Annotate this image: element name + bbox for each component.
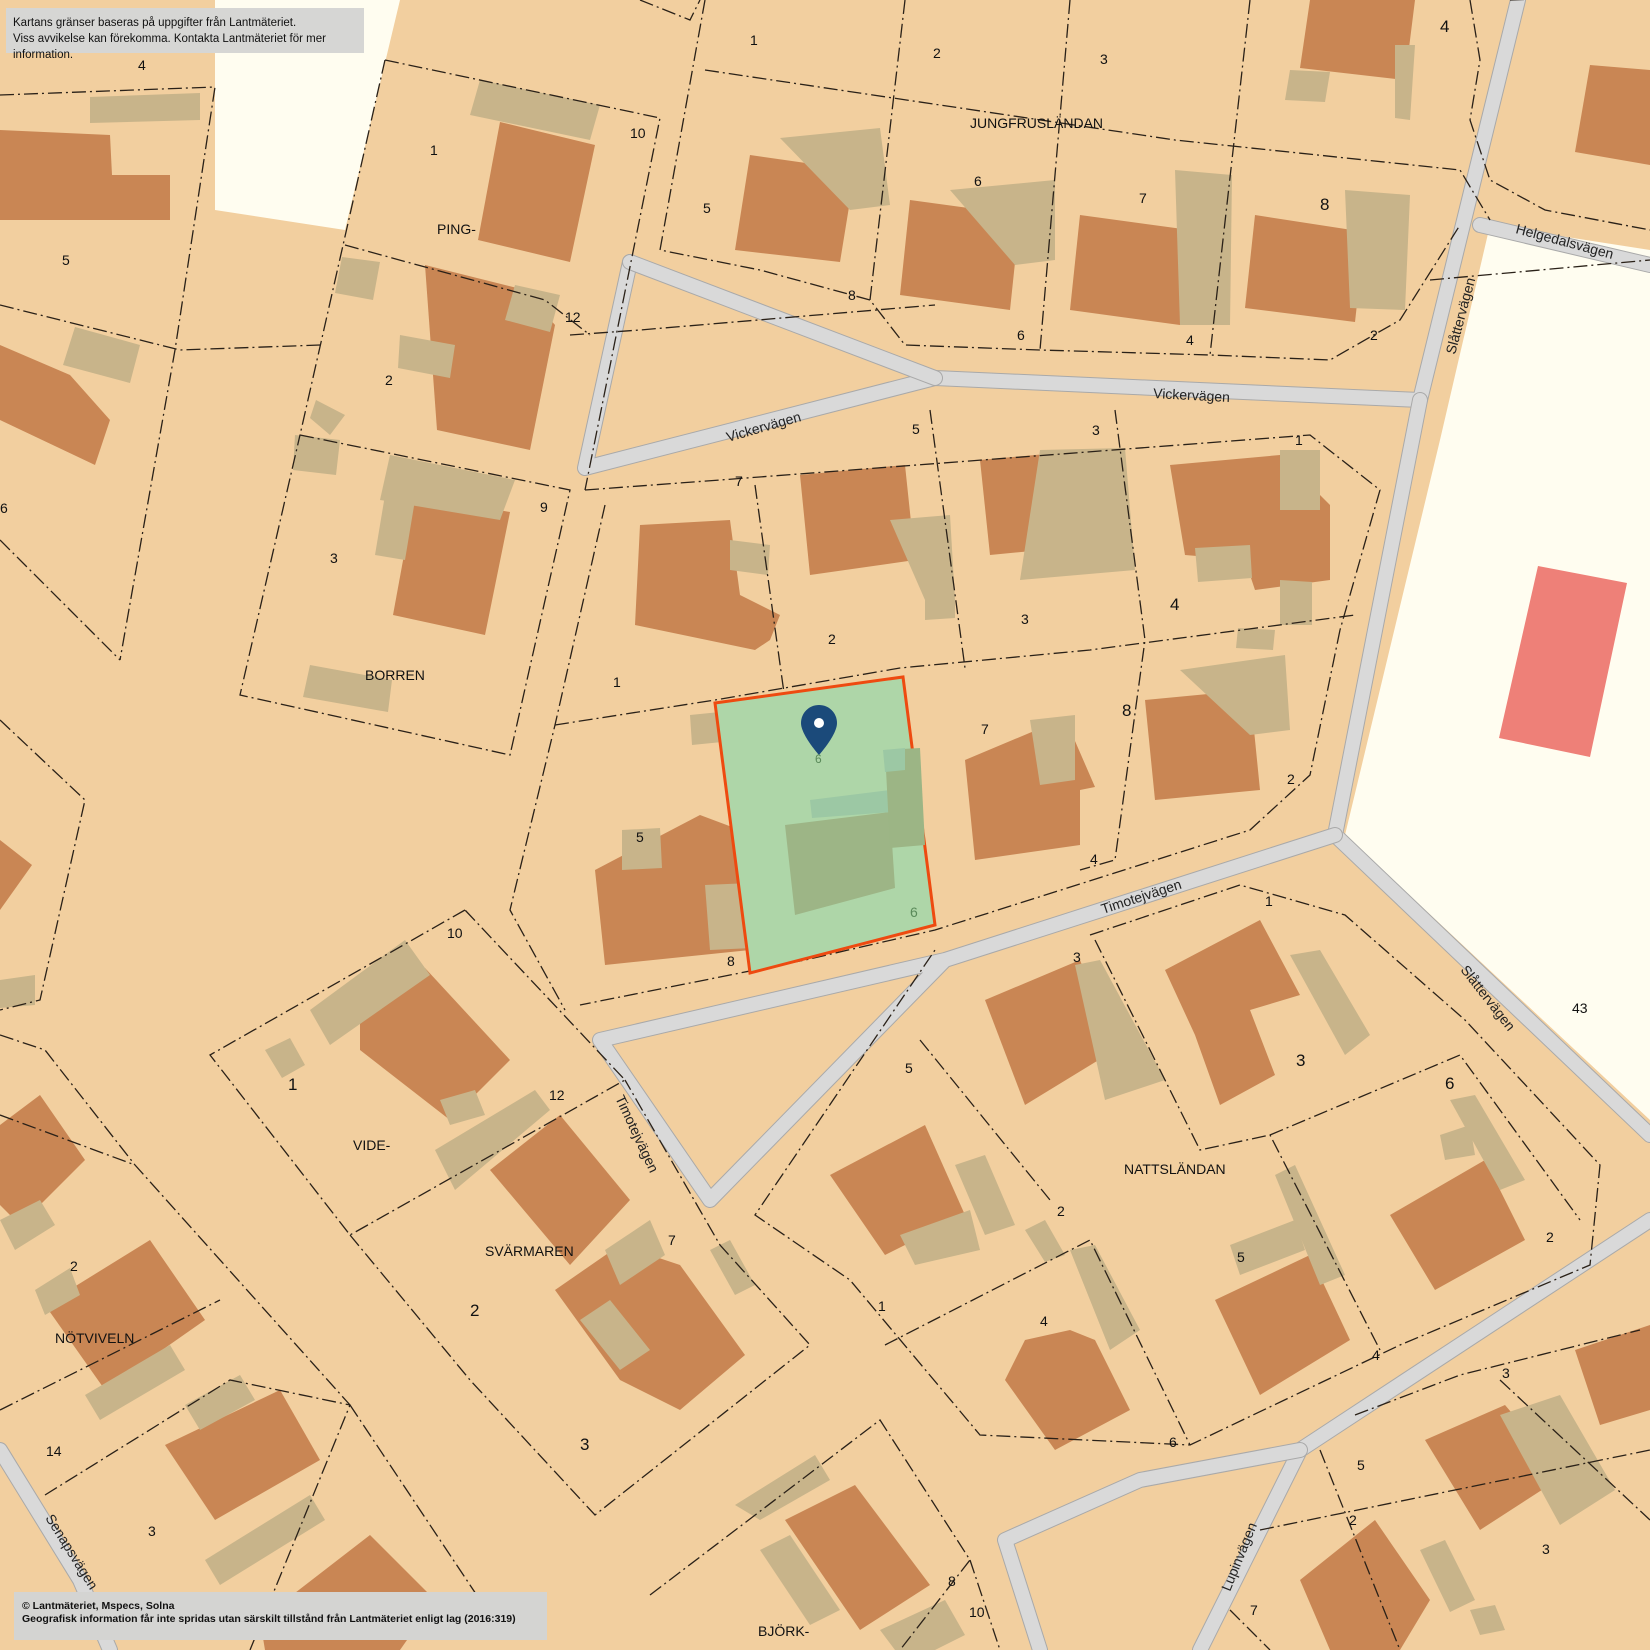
- plot-number: 2: [385, 372, 393, 388]
- plot-number: 3: [1296, 1051, 1305, 1070]
- plot-number: 4: [1040, 1313, 1048, 1329]
- plot-number: 3: [330, 550, 338, 566]
- plot-number: 6: [974, 173, 982, 189]
- plot-number: 6: [1017, 327, 1025, 343]
- plot-number: 3: [1502, 1365, 1510, 1381]
- plot-number: 8: [1320, 195, 1329, 214]
- plot-number: 10: [630, 125, 646, 141]
- plot-number: 12: [549, 1087, 565, 1103]
- plot-number: 1: [750, 32, 758, 48]
- plot-number: 2: [1349, 1512, 1357, 1528]
- plot-number: 1: [1265, 893, 1273, 909]
- copyright-line-2: Geografisk information får inte spridas …: [22, 1613, 516, 1625]
- plot-number: 1: [288, 1075, 297, 1094]
- selected-property-number: 6: [910, 904, 918, 920]
- plot-number: 4: [1170, 595, 1179, 614]
- plot-number: 3: [148, 1523, 156, 1539]
- plot-number: 1: [613, 674, 621, 690]
- disclaimer-line-2: Viss avvikelse kan förekomma. Kontakta L…: [13, 33, 326, 61]
- plot-number: 2: [470, 1301, 479, 1320]
- marker-label: 6: [815, 752, 822, 766]
- plot-number: 7: [1250, 1602, 1258, 1618]
- plot-number: 5: [912, 421, 920, 437]
- plot-number: 2: [1370, 327, 1378, 343]
- plot-number: 8: [727, 953, 735, 969]
- plot-number: 2: [828, 631, 836, 647]
- plot-number: 43: [1572, 1000, 1588, 1016]
- plot-number: 4: [1186, 332, 1194, 348]
- plot-number: 12: [565, 309, 581, 325]
- selected-annex-3: [883, 748, 905, 772]
- block-name: NÖTVIVELN: [55, 1329, 134, 1346]
- plot-number: 4: [1440, 17, 1449, 36]
- plot-number: 3: [1542, 1541, 1550, 1557]
- plot-number: 5: [703, 200, 711, 216]
- plot-number: 10: [969, 1604, 985, 1620]
- plot-number: 8: [848, 287, 856, 303]
- plot-number: 3: [1100, 51, 1108, 67]
- plot-number: 2: [1287, 771, 1295, 787]
- plot-number: 7: [1139, 190, 1147, 206]
- plot-number: 5: [1357, 1457, 1365, 1473]
- plot-number: 7: [735, 473, 743, 489]
- plot-number: 6: [0, 500, 8, 516]
- block-name: SVÄRMAREN: [485, 1243, 574, 1259]
- plot-number: 3: [1092, 422, 1100, 438]
- plot-number: 4: [1090, 851, 1098, 867]
- plot-number: 4: [1372, 1347, 1380, 1363]
- plot-number: 5: [905, 1060, 913, 1076]
- plot-number: 3: [580, 1435, 589, 1454]
- copyright-line-1: © Lantmäteriet, Mspecs, Solna: [22, 1600, 175, 1612]
- plot-number: 1: [1295, 432, 1303, 448]
- plot-number: 6: [1169, 1434, 1177, 1450]
- map-disclaimer: Kartans gränser baseras på uppgifter frå…: [6, 8, 364, 61]
- block-name: BJÖRK-: [758, 1622, 810, 1639]
- plot-number: 7: [981, 721, 989, 737]
- plot-number: 5: [636, 829, 644, 845]
- block-name: BORREN: [365, 667, 425, 683]
- disclaimer-line-1: Kartans gränser baseras på uppgifter frå…: [13, 17, 297, 29]
- plot-number: 10: [447, 925, 463, 941]
- plot-number: 3: [1021, 611, 1029, 627]
- property-map[interactable]: 4 5 6 1 10 12 2 9 3 PING- BORREN 1 2 3 4…: [0, 0, 1650, 1650]
- plot-number: 6: [1445, 1074, 1454, 1093]
- plot-number: 2: [70, 1258, 78, 1274]
- plot-number: 2: [1546, 1229, 1554, 1245]
- plot-number: 7: [668, 1232, 676, 1248]
- copyright-notice: © Lantmäteriet, Mspecs, Solna Geografisk…: [14, 1592, 547, 1640]
- block-name: NATTSLÄNDAN: [1124, 1161, 1226, 1177]
- plot-number: 2: [1057, 1203, 1065, 1219]
- plot-number: 5: [1237, 1249, 1245, 1265]
- plot-number: 5: [62, 252, 70, 268]
- plot-number: 1: [878, 1298, 886, 1314]
- plot-number: 2: [933, 45, 941, 61]
- plot-number: 8: [948, 1573, 956, 1589]
- plot-number: 14: [46, 1443, 62, 1459]
- plot-number: 8: [1122, 701, 1131, 720]
- plot-number: 1: [430, 142, 438, 158]
- block-name: VIDE-: [353, 1137, 391, 1153]
- block-name: JUNGFRUSLÄNDAN: [970, 115, 1103, 131]
- block-name: PING-: [437, 221, 476, 237]
- plot-number: 9: [540, 499, 548, 515]
- plot-number: 3: [1073, 949, 1081, 965]
